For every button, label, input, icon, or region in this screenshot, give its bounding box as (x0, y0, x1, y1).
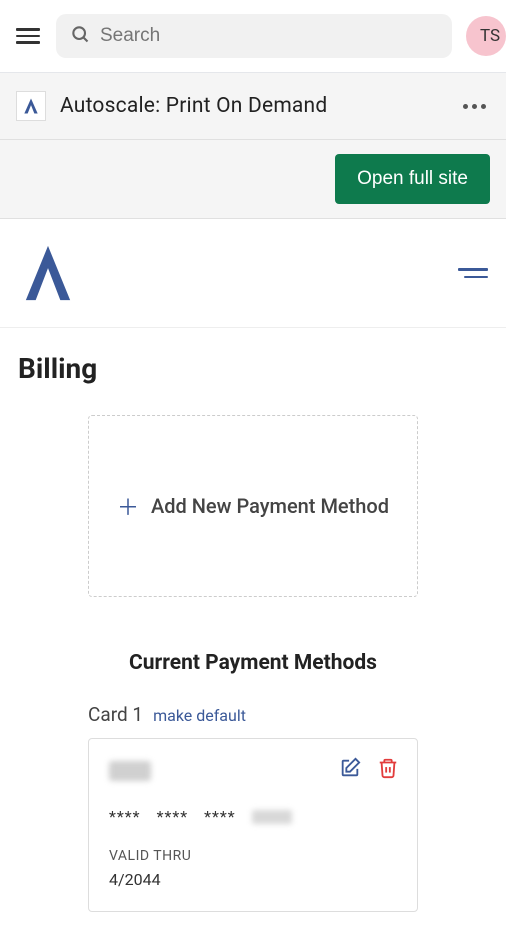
valid-thru-label: VALID THRU (109, 848, 397, 864)
secondary-header (0, 219, 506, 328)
payment-card: **** **** **** VALID THRU 4/2044 (88, 738, 418, 912)
card-last4-redacted (252, 810, 292, 824)
open-site-banner: Open full site (0, 140, 506, 219)
app-logo-small (16, 91, 46, 121)
hamburger-menu-icon[interactable] (14, 26, 42, 46)
search-input[interactable] (100, 25, 438, 47)
card-label: Card 1 (88, 703, 143, 726)
card-expiry: 4/2044 (109, 870, 397, 889)
delete-icon[interactable] (377, 757, 399, 783)
app-tab-row: Autoscale: Print On Demand (0, 73, 506, 140)
card-number: **** **** **** (109, 807, 397, 826)
current-methods-heading: Current Payment Methods (18, 651, 488, 675)
add-payment-method-button[interactable]: ＋ Add New Payment Method (88, 415, 418, 597)
app-tab-title: Autoscale: Print On Demand (60, 94, 445, 118)
secondary-menu-icon[interactable] (458, 268, 488, 278)
card-mask-group: **** (204, 807, 236, 826)
add-payment-label: Add New Payment Method (151, 494, 389, 518)
page-title: Billing (18, 352, 488, 385)
card-brand-redacted (109, 761, 151, 781)
brand-logo-icon[interactable] (18, 241, 78, 305)
make-default-link[interactable]: make default (153, 706, 246, 725)
more-options-icon[interactable] (459, 100, 490, 113)
plus-icon: ＋ (117, 490, 139, 522)
search-input-wrapper[interactable] (56, 14, 452, 58)
avatar[interactable]: TS (466, 16, 506, 56)
edit-icon[interactable] (339, 757, 361, 783)
card-mask-group: **** (157, 807, 189, 826)
search-icon (70, 24, 90, 48)
avatar-initials: TS (480, 26, 500, 46)
main-content: Billing ＋ Add New Payment Method Current… (0, 328, 506, 936)
card-mask-group: **** (109, 807, 141, 826)
open-full-site-button[interactable]: Open full site (335, 154, 490, 204)
